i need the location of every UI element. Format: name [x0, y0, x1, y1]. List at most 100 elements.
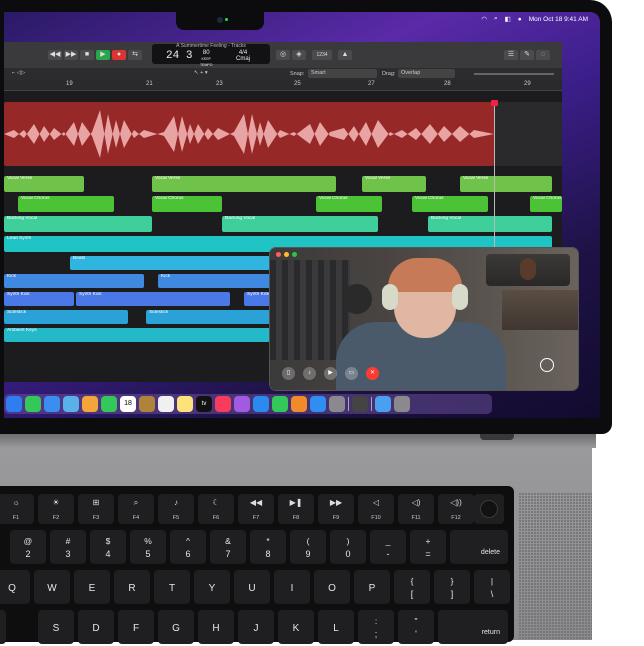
region-icon[interactable]: ⌐ ◁▷ — [12, 70, 25, 76]
function-key[interactable]: ☀ F2 — [38, 494, 74, 524]
bracket-key[interactable]: {[ — [394, 570, 430, 604]
picture-in-picture[interactable] — [486, 254, 570, 286]
logic-pro-icon[interactable] — [352, 396, 368, 412]
metronome-button[interactable]: ▲ — [338, 50, 352, 60]
zoom-icon[interactable] — [292, 252, 297, 257]
notepad-icon[interactable]: ✎ — [520, 50, 534, 60]
tv-icon[interactable]: tv — [196, 396, 212, 412]
facetime-icon[interactable] — [101, 396, 117, 412]
region-beats[interactable]: Beats — [70, 256, 270, 270]
search-icon[interactable]: ⌕ — [494, 15, 498, 23]
touch-id-key[interactable] — [474, 494, 504, 524]
function-key[interactable]: ⊞ F3 — [78, 494, 114, 524]
letter-key[interactable]: P — [354, 570, 390, 604]
photos-icon[interactable] — [82, 396, 98, 412]
function-key[interactable]: ☼ F1 — [0, 494, 34, 524]
siri-icon[interactable]: ● — [518, 16, 522, 23]
count-in-button[interactable]: 1234 — [312, 50, 332, 60]
menubar-clock[interactable]: Mon Oct 18 9:41 AM — [529, 16, 588, 23]
podcasts-icon[interactable] — [234, 396, 250, 412]
letter-key[interactable]: L — [318, 610, 354, 644]
tuner-button[interactable]: ◎ — [276, 50, 290, 60]
number-key[interactable]: ) 0 — [330, 530, 366, 564]
quote-key[interactable]: " ' — [398, 610, 434, 644]
system-preferences-icon[interactable] — [329, 396, 345, 412]
region-ambient-keys[interactable]: Ambient Keys — [4, 328, 270, 342]
bracket-key[interactable]: | \ — [474, 570, 510, 604]
letter-key[interactable]: S — [38, 610, 74, 644]
trash-icon[interactable] — [394, 396, 410, 412]
region-synth-kick[interactable]: Synth Kick — [76, 292, 230, 306]
letter-key[interactable]: T — [154, 570, 190, 604]
number-key[interactable]: (9 — [290, 530, 326, 564]
downloads-icon[interactable] — [375, 396, 391, 412]
letter-key[interactable]: H — [198, 610, 234, 644]
number-key[interactable]: & 7 — [210, 530, 246, 564]
function-key[interactable]: ◁) F11 — [398, 494, 434, 524]
rewind-button[interactable]: ◀◀ — [48, 50, 62, 60]
region-vocal-chorus[interactable]: Vocal Chorus — [412, 196, 488, 212]
region-vocal-chorus[interactable]: Vocal Chorus — [316, 196, 382, 212]
wifi-icon[interactable]: ◠ — [481, 15, 487, 23]
letter-key[interactable]: F — [118, 610, 154, 644]
letter-key[interactable]: W — [34, 570, 70, 604]
letter-key[interactable]: J — [238, 610, 274, 644]
region-synth-kick[interactable]: Synth Kick — [244, 292, 270, 306]
letter-key[interactable]: Q — [0, 570, 30, 604]
region-backing-vocal[interactable]: Backing Vocal — [222, 216, 378, 232]
zoom-slider[interactable] — [474, 73, 554, 75]
letter-key[interactable]: A — [0, 610, 6, 644]
drag-select[interactable]: Overlap — [398, 69, 455, 78]
facetime-window[interactable]: ▯ ♪ ▶ ▭ ✕ — [270, 248, 578, 390]
snap-select[interactable]: Smart — [308, 69, 377, 78]
region-kick[interactable]: Kick — [158, 274, 270, 288]
loop-browser-icon[interactable]: ◌ — [536, 50, 550, 60]
number-key[interactable]: % 5 — [130, 530, 166, 564]
lcd-display[interactable]: A Summertime Feeling - Tracks 24 3 80 KEE… — [152, 43, 270, 67]
end-call-icon[interactable]: ✕ — [366, 367, 379, 380]
region-vocal-verse[interactable]: Vocal Verse — [460, 176, 552, 192]
notes-icon[interactable] — [177, 396, 193, 412]
function-key[interactable]: ♪ F5 — [158, 494, 194, 524]
record-button[interactable]: ● — [112, 50, 126, 60]
region-kick[interactable]: Kick — [4, 274, 144, 288]
reminders-icon[interactable] — [158, 396, 174, 412]
forward-button[interactable]: ▶▶ — [64, 50, 78, 60]
cycle-button[interactable]: ⇆ — [128, 50, 142, 60]
music-icon[interactable] — [215, 396, 231, 412]
delete-key[interactable]: delete — [450, 530, 508, 564]
letter-key[interactable]: E — [74, 570, 110, 604]
function-key[interactable]: ▶❚ F8 — [278, 494, 314, 524]
numbers-icon[interactable] — [272, 396, 288, 412]
sidebar-icon[interactable]: ▯ — [282, 367, 295, 380]
stop-button[interactable]: ■ — [80, 50, 94, 60]
screen-share-icon[interactable]: ▭ — [345, 367, 358, 380]
number-key[interactable]: ^ 6 — [170, 530, 206, 564]
number-key[interactable]: _ - — [370, 530, 406, 564]
semicolon-key[interactable]: :; — [358, 610, 394, 644]
region-vocal-verse[interactable]: Vocal Verse — [4, 176, 84, 192]
region-synth-kick[interactable]: Synth Kick — [4, 292, 74, 306]
app-store-icon[interactable] — [310, 396, 326, 412]
number-key[interactable]: $4 — [90, 530, 126, 564]
keynote-icon[interactable] — [253, 396, 269, 412]
messages-icon[interactable] — [25, 396, 41, 412]
close-icon[interactable] — [276, 252, 281, 257]
number-key[interactable]: + = — [410, 530, 446, 564]
letter-key[interactable]: R — [114, 570, 150, 604]
audio-region[interactable] — [4, 102, 494, 166]
timeline-ruler[interactable]: 19 21 23 25 27 28 29 — [4, 80, 562, 91]
mail-icon[interactable] — [44, 396, 60, 412]
letter-key[interactable]: D — [78, 610, 114, 644]
video-icon[interactable]: ▶ — [324, 367, 337, 380]
letter-key[interactable]: G — [158, 610, 194, 644]
region-vocal-chorus[interactable]: Vocal Chorus — [18, 196, 114, 212]
region-backing-vocal[interactable]: Backing Vocal — [428, 216, 552, 232]
function-key[interactable]: ◁ F10 — [358, 494, 394, 524]
function-key[interactable]: ⌕ F4 — [118, 494, 154, 524]
region-vocal-verse[interactable]: Vocal Verse — [362, 176, 426, 192]
list-editor-icon[interactable]: ☰ — [504, 50, 518, 60]
function-key[interactable]: ☾ F6 — [198, 494, 234, 524]
solo-button[interactable]: ◈ — [292, 50, 306, 60]
maps-icon[interactable] — [63, 396, 79, 412]
